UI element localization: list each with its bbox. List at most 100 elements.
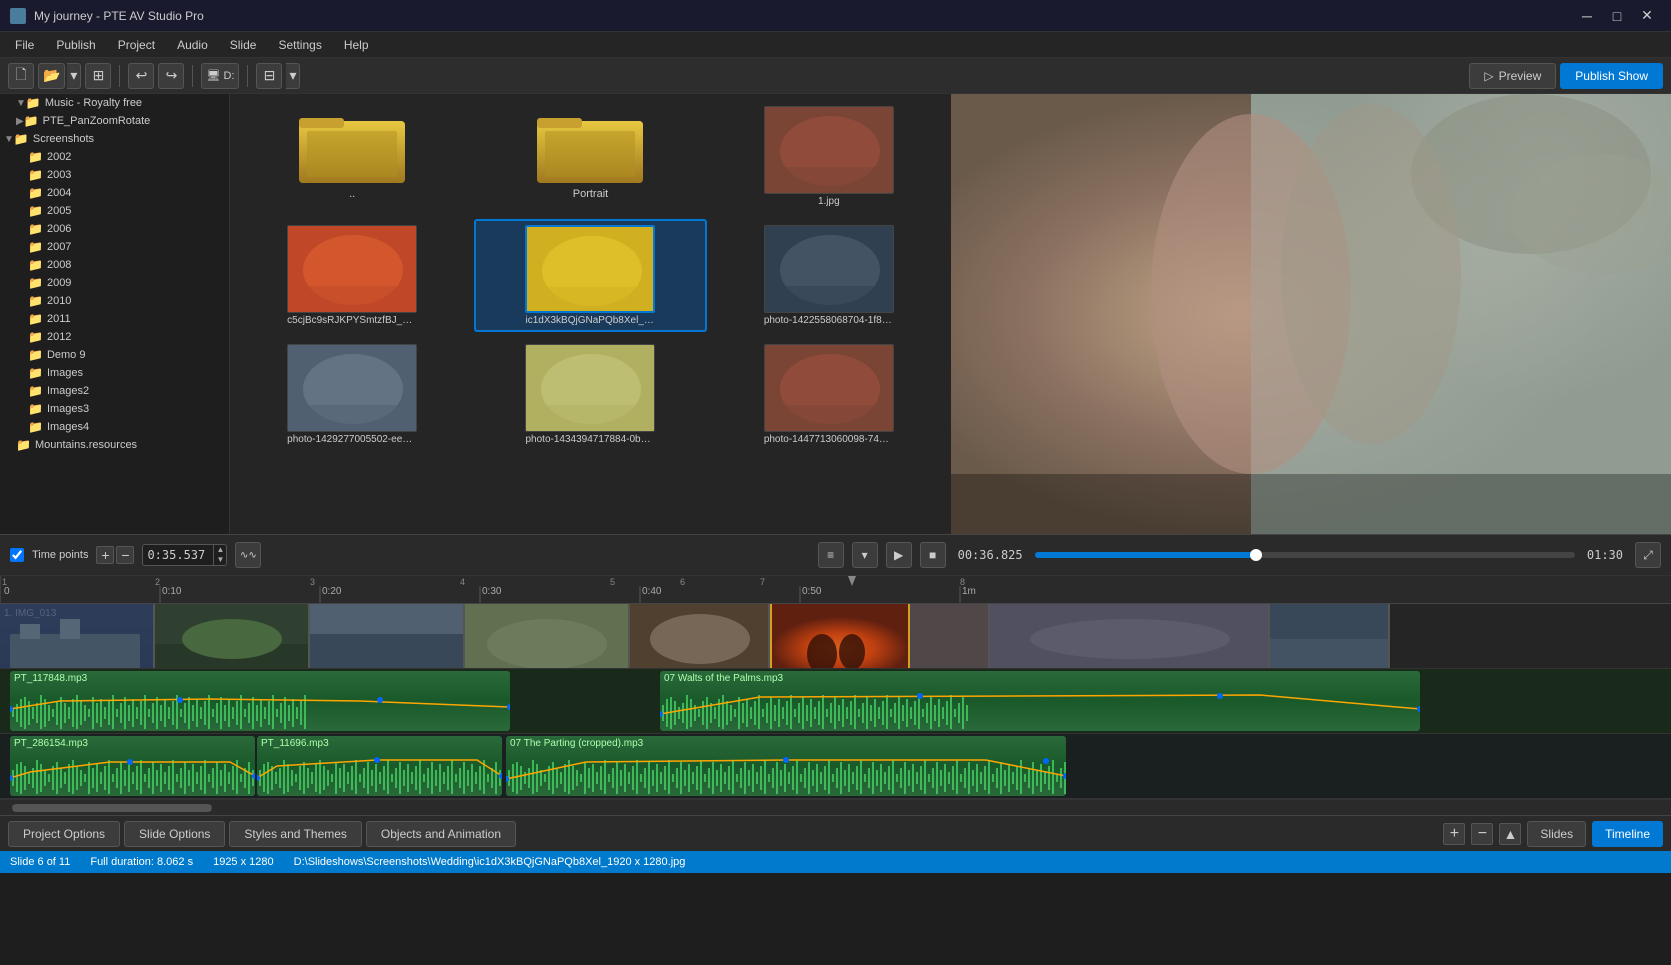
publish-show-button[interactable]: Publish Show [1560,63,1663,89]
remove-timepoint-button[interactable]: − [116,546,134,564]
grid-item-1[interactable]: Portrait [474,100,706,213]
preview-button[interactable]: ▷ Preview [1469,63,1556,89]
move-up-button[interactable]: ▲ [1499,823,1521,845]
clip-svg-7a [910,604,988,668]
slide-clip-7[interactable]: 7. photo-1522897170024-25dd68a50c13 [990,604,1270,668]
sidebar-item-3[interactable]: 📁2002 [0,148,229,166]
audio-clip-5[interactable]: 07 The Parting (cropped).mp3 [506,736,1066,796]
grid-item-2[interactable]: 1.jpg [713,100,945,213]
slide-track: 1. IMG_013 2. IMG_0294 3. IMG_0314 [0,604,1671,669]
project-options-button[interactable]: Project Options [8,821,120,847]
view-button[interactable]: ⊞ [85,63,111,89]
sidebar-item-12[interactable]: 📁2011 [0,310,229,328]
add-timepoint-button[interactable]: + [96,546,114,564]
new-button[interactable]: 🗋 [8,63,34,89]
audio-clip-3[interactable]: PT_286154.mp3 [10,736,255,796]
svg-text:0:40: 0:40 [642,586,662,597]
audio-clip-2[interactable]: 07 Walts of the Palms.mp3 [660,671,1420,731]
sidebar-item-5[interactable]: 📁2004 [0,184,229,202]
separator-1 [119,65,120,87]
slide-clip-4[interactable]: 4. IMG_0356 [465,604,630,668]
svg-text:3: 3 [310,577,315,587]
view2-dropdown[interactable]: ▾ [286,63,300,89]
audio-clip-label-3: PT_286154.mp3 [10,736,92,751]
timeline-view-button[interactable]: Timeline [1592,821,1663,847]
objects-animation-button[interactable]: Objects and Animation [366,821,516,847]
sidebar-item-13[interactable]: 📁2012 [0,328,229,346]
menu-slide[interactable]: Slide [220,36,267,54]
clip-svg-7 [990,604,1268,668]
sidebar-item-16[interactable]: 📁Images2 [0,382,229,400]
redo-button[interactable]: ↪ [158,63,184,89]
clip-thumb-7a [910,604,988,668]
remove-item-button[interactable]: − [1471,823,1493,845]
timepoints-checkbox[interactable] [10,548,24,562]
file-grid-container: .. Portrait [230,94,951,534]
grid-item-0[interactable]: .. [236,100,468,213]
total-time: 01:30 [1583,548,1627,562]
sidebar-item-6[interactable]: 📁2005 [0,202,229,220]
minimize-button[interactable]: ─ [1573,2,1601,30]
sidebar-item-8[interactable]: 📁2007 [0,238,229,256]
slide-options-button[interactable]: Slide Options [124,821,225,847]
sidebar-item-19[interactable]: 📁Mountains.resources [0,436,229,454]
sidebar-item-14[interactable]: 📁Demo 9 [0,346,229,364]
playhead-time: 00:36.825 [954,548,1027,562]
sidebar-item-1[interactable]: ▶ 📁PTE_PanZoomRotate [0,112,229,130]
timeline-menu-button[interactable]: ≡ [818,542,844,568]
grid-item-4[interactable]: ic1dX3kBQjGNaPQb8Xel_192... [474,219,706,332]
slide-clip-1[interactable]: 1. IMG_013 [0,604,155,668]
slide-clip-5[interactable]: 5. photo [630,604,770,668]
sidebar-item-11[interactable]: 📁2010 [0,292,229,310]
slide-clip-6[interactable]: 6. phot [770,604,910,668]
svg-text:2: 2 [155,577,160,587]
maximize-button[interactable]: □ [1603,2,1631,30]
styles-themes-button[interactable]: Styles and Themes [229,821,362,847]
add-item-button[interactable]: + [1443,823,1465,845]
scrollbar-thumb[interactable] [12,804,212,812]
sidebar-item-9[interactable]: 📁2008 [0,256,229,274]
clip-thumb-5 [630,604,768,668]
sidebar-item-10[interactable]: 📁2009 [0,274,229,292]
stop-button[interactable]: ■ [920,542,946,568]
sidebar-item-17[interactable]: 📁Images3 [0,400,229,418]
grid-item-6[interactable]: photo-1429277005502-eed8e... [236,338,468,451]
play-button[interactable]: ▶ [886,542,912,568]
menu-audio[interactable]: Audio [167,36,218,54]
view2-button[interactable]: ⊟ [256,63,282,89]
slide-clip-2[interactable]: 2. IMG_0294 [155,604,310,668]
sidebar-item-0[interactable]: ▼ 📁Music - Royalty free [0,94,229,112]
waveform-button[interactable]: ∿∿ [235,542,261,568]
sidebar-item-2[interactable]: ▼ 📁Screenshots [0,130,229,148]
close-button[interactable]: ✕ [1633,2,1661,30]
menu-settings[interactable]: Settings [268,36,331,54]
sidebar-item-7[interactable]: 📁2006 [0,220,229,238]
slides-view-button[interactable]: Slides [1527,821,1586,847]
grid-item-7[interactable]: photo-1434394717884-0b03b... [474,338,706,451]
menu-project[interactable]: Project [108,36,165,54]
audio-clip-4[interactable]: PT_11696.mp3 [257,736,502,796]
slide-clip-3[interactable]: 3. IMG_0314 [310,604,465,668]
sidebar-item-15[interactable]: 📁Images [0,364,229,382]
menu-file[interactable]: File [5,36,44,54]
undo-button[interactable]: ↩ [128,63,154,89]
open-dropdown[interactable]: ▾ [67,63,81,89]
grid-item-3[interactable]: c5cjBc9sRJKPYSmtzfBJ_DSC_... [236,219,468,332]
time-down-button[interactable]: ▼ [214,555,226,565]
timeline-dropdown-button[interactable]: ▾ [852,542,878,568]
time-up-button[interactable]: ▲ [214,545,226,555]
open-button[interactable]: 📂 [38,63,65,89]
audio-clip-1[interactable]: PT_117848.mp3 [10,671,510,731]
expand-button[interactable]: ⤢ [1635,542,1661,568]
grid-item-8[interactable]: photo-1447713060098-74c4e... [713,338,945,451]
sidebar-item-4[interactable]: 📁2003 [0,166,229,184]
timeline-progress[interactable] [1035,552,1575,558]
slide-clip-8[interactable]: 8. IMG [1270,604,1390,668]
menu-help[interactable]: Help [334,36,379,54]
grid-item-5[interactable]: photo-1422558068704-1f8f06... [713,219,945,332]
timeline-scrollbar[interactable] [0,799,1671,815]
time-input[interactable] [143,548,213,562]
slide-clip-7a[interactable]: phot [910,604,990,668]
menu-publish[interactable]: Publish [46,36,105,54]
sidebar-item-18[interactable]: 📁Images4 [0,418,229,436]
